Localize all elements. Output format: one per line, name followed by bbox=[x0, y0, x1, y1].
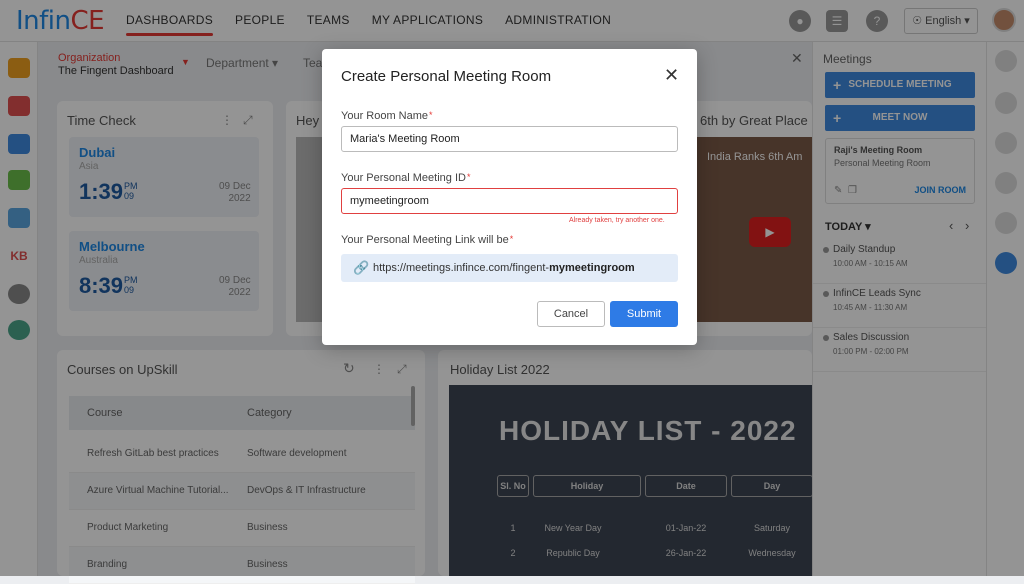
room-name-input[interactable] bbox=[341, 126, 678, 152]
dialog-title: Create Personal Meeting Room bbox=[341, 68, 552, 85]
error-message: Already taken, try another one. bbox=[569, 217, 665, 224]
meeting-id-label: Your Personal Meeting ID* bbox=[341, 172, 471, 184]
close-icon[interactable]: ✕ bbox=[664, 65, 679, 86]
meeting-link-display: 🔗 https://meetings.infince.com/fingent-m… bbox=[341, 254, 678, 282]
create-meeting-room-dialog: Create Personal Meeting Room ✕ Your Room… bbox=[322, 49, 697, 345]
meeting-link-label: Your Personal Meeting Link will be* bbox=[341, 234, 514, 246]
required-marker: * bbox=[509, 234, 514, 244]
submit-button[interactable]: Submit bbox=[610, 301, 678, 327]
room-name-label: Your Room Name* bbox=[341, 110, 433, 122]
link-icon: 🔗 bbox=[353, 260, 370, 275]
required-marker: * bbox=[466, 172, 471, 182]
meeting-id-input[interactable] bbox=[341, 188, 678, 214]
cancel-button[interactable]: Cancel bbox=[537, 301, 605, 327]
required-marker: * bbox=[429, 110, 433, 120]
